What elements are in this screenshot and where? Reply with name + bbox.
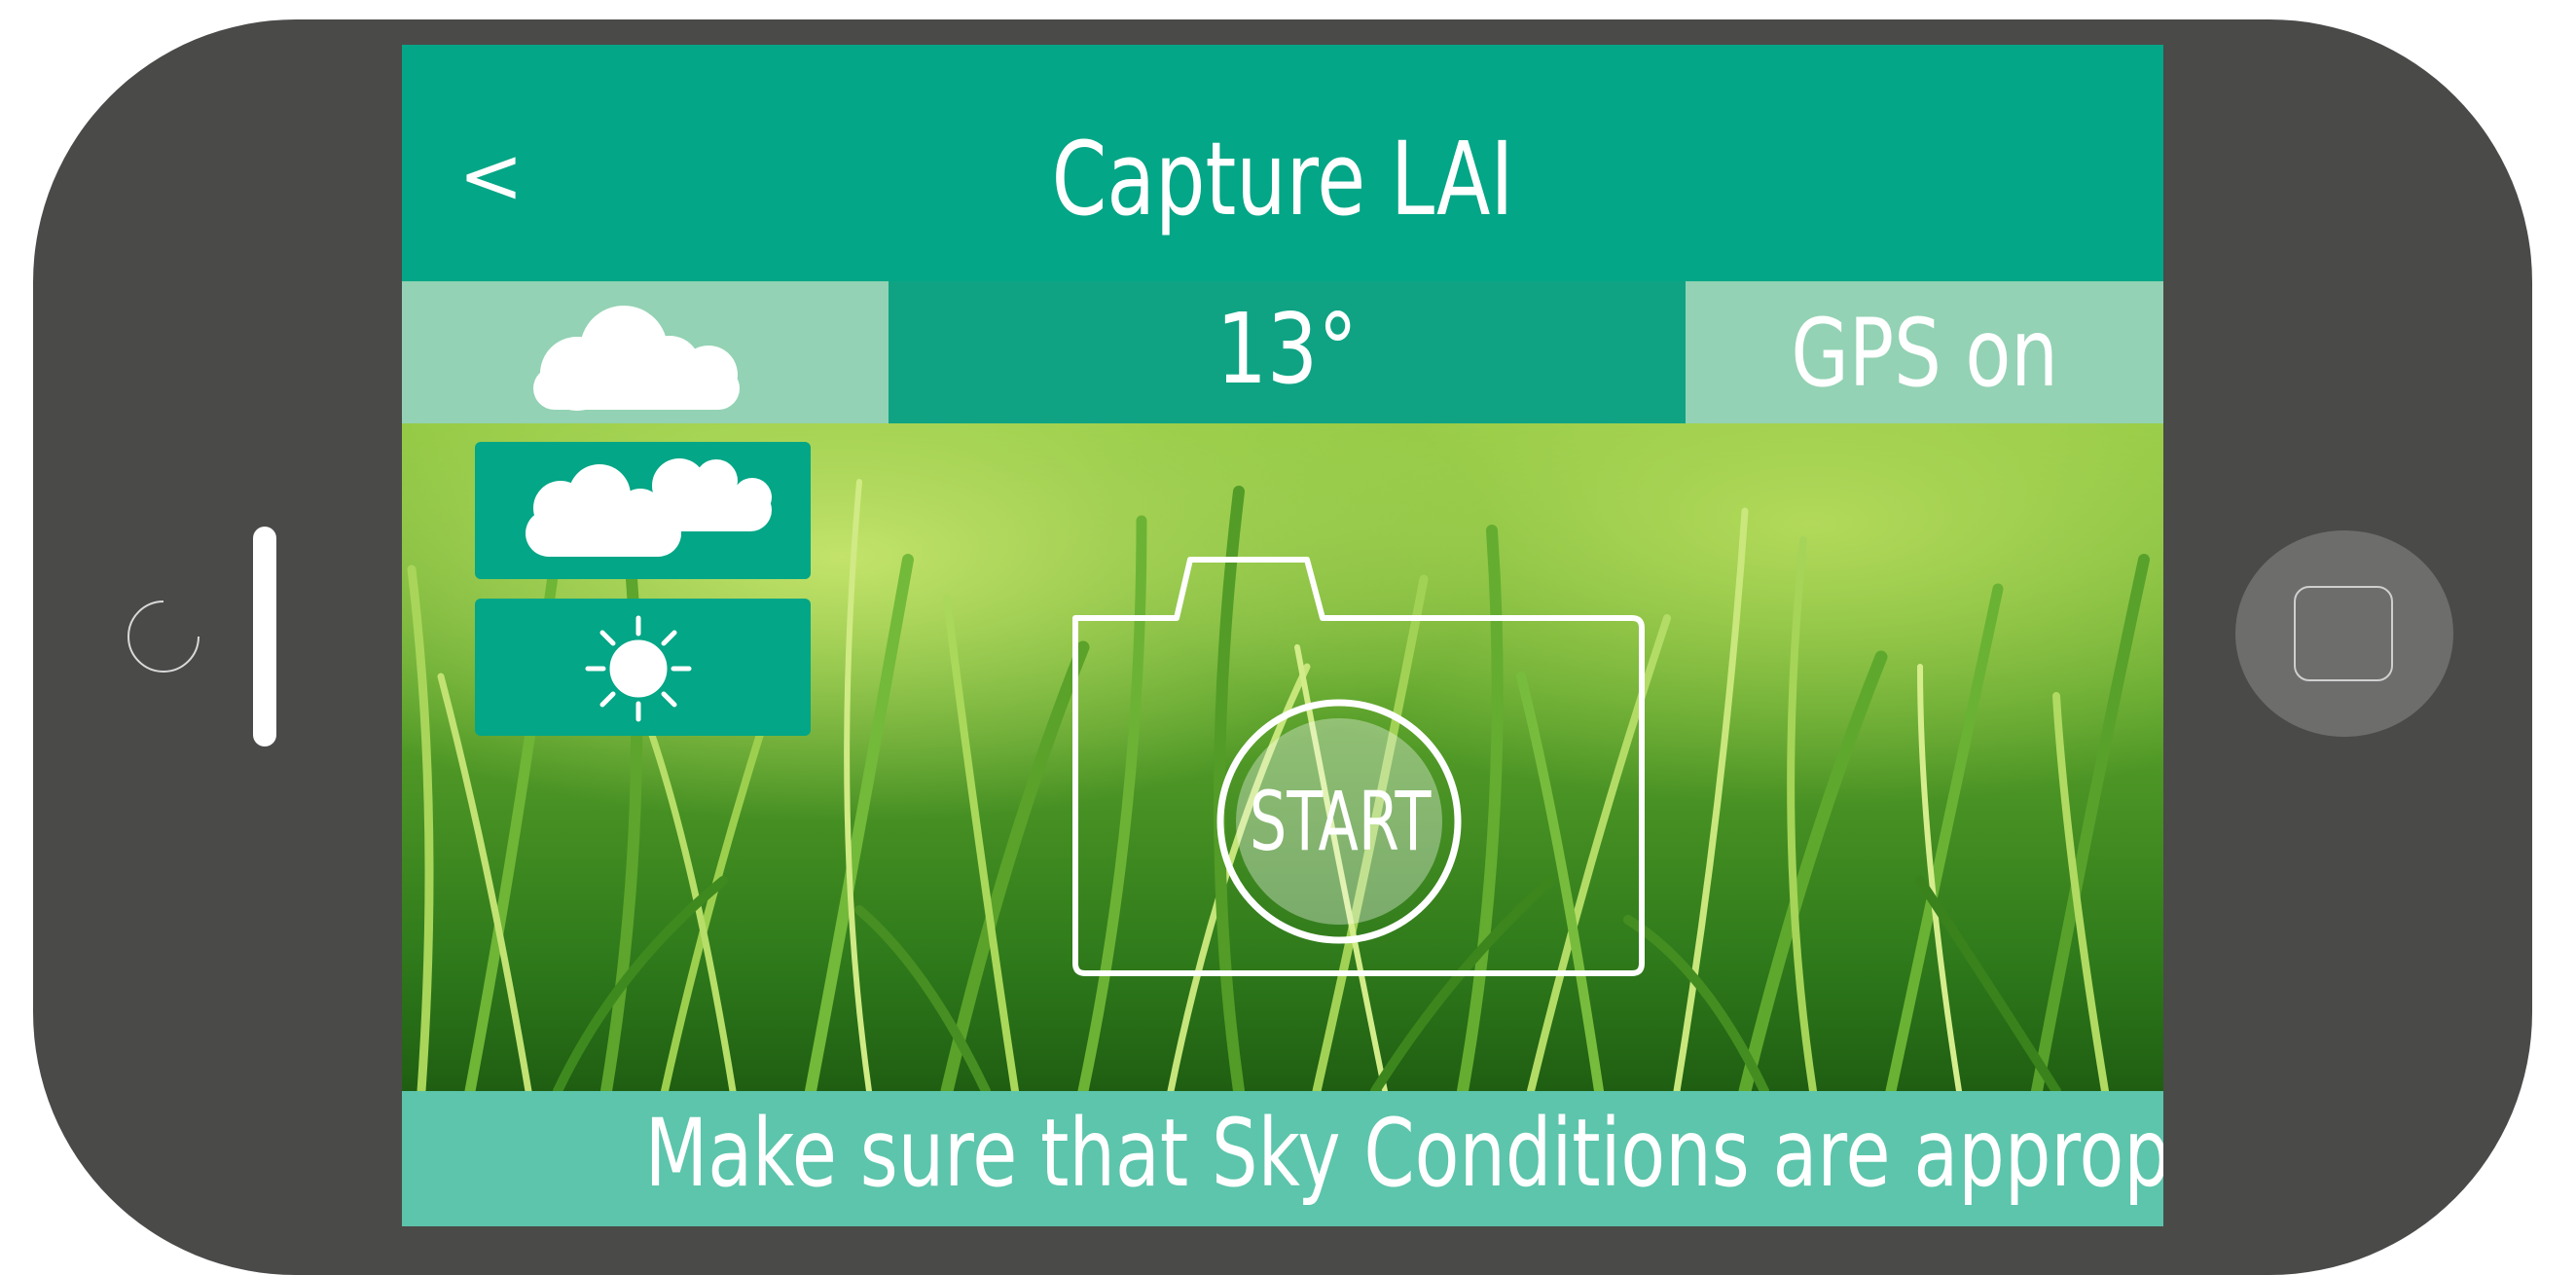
app-screen: < Capture LAI 13° GPS on START Make sure… xyxy=(402,45,2163,1226)
sun-icon xyxy=(585,615,692,722)
gps-label: GPS on xyxy=(1791,299,2058,408)
weather-status xyxy=(402,281,889,423)
speaker-slot xyxy=(253,527,276,747)
sky-option-cloudy[interactable] xyxy=(475,442,811,579)
app-header: < Capture LAI xyxy=(402,45,2163,281)
page-title: Capture LAI xyxy=(1051,120,1514,238)
status-bar: 13° GPS on xyxy=(402,281,2163,423)
clouds-icon xyxy=(526,458,772,557)
home-square-icon xyxy=(2294,586,2393,681)
back-button[interactable]: < xyxy=(458,128,536,225)
gps-status[interactable]: GPS on xyxy=(1686,281,2163,423)
home-button[interactable] xyxy=(2235,530,2453,737)
camera-viewfinder: START xyxy=(402,423,2163,1091)
footer-text: Make sure that Sky Conditions are approp… xyxy=(644,1099,2163,1208)
sky-option-sunny[interactable] xyxy=(475,599,811,736)
temperature-readout: 13° xyxy=(1215,292,1359,406)
start-label: START xyxy=(1249,774,1432,869)
front-camera-icon xyxy=(127,601,200,673)
start-button[interactable]: START xyxy=(1215,697,1464,946)
footer-message: Make sure that Sky Conditions are approp… xyxy=(402,1091,2163,1226)
cloud-icon xyxy=(533,306,740,411)
